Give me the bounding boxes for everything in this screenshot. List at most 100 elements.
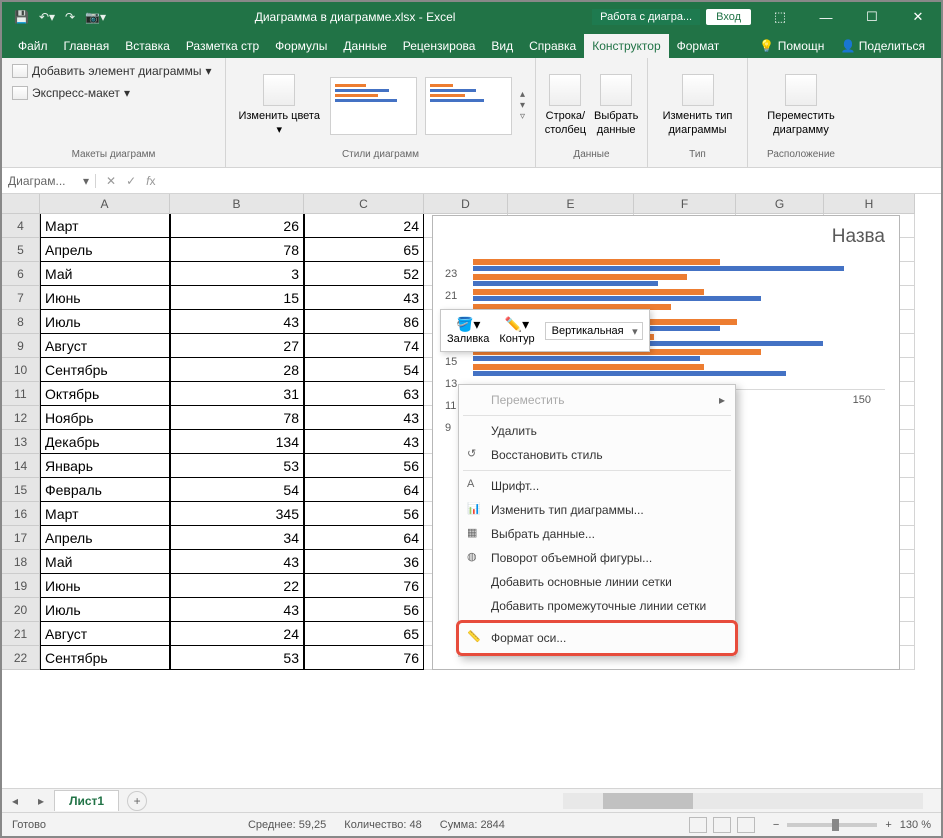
menu-font[interactable]: AШрифт... — [459, 474, 735, 498]
cell[interactable]: 56 — [304, 502, 424, 526]
col-header[interactable]: G — [736, 194, 824, 214]
login-button[interactable]: Вход — [706, 9, 751, 25]
cell[interactable]: Апрель — [40, 526, 170, 550]
axis-dropdown[interactable]: Вертикальная — [545, 322, 643, 340]
cell[interactable]: 43 — [304, 406, 424, 430]
page-break-icon[interactable] — [737, 817, 755, 833]
chart-bar-group[interactable] — [473, 289, 885, 301]
tab-layout[interactable]: Разметка стр — [178, 34, 267, 58]
row-header[interactable]: 8 — [2, 310, 40, 334]
view-switcher[interactable] — [689, 817, 755, 833]
sheet-tab-1[interactable]: Лист1 — [54, 790, 119, 811]
cell[interactable]: 64 — [304, 478, 424, 502]
col-header[interactable]: H — [824, 194, 915, 214]
row-header[interactable]: 22 — [2, 646, 40, 670]
cell[interactable]: Март — [40, 214, 170, 238]
cell[interactable]: Февраль — [40, 478, 170, 502]
tell-me[interactable]: 💡 Помощн — [751, 34, 832, 58]
cell[interactable]: Июль — [40, 598, 170, 622]
cell[interactable]: Август — [40, 334, 170, 358]
cell[interactable]: 345 — [170, 502, 304, 526]
tab-design[interactable]: Конструктор — [584, 34, 668, 58]
row-header[interactable]: 17 — [2, 526, 40, 550]
chart-bar-group[interactable] — [473, 259, 885, 271]
cell[interactable]: 65 — [304, 238, 424, 262]
cell[interactable]: 53 — [170, 646, 304, 670]
sheet-nav-prev-icon[interactable]: ◂ — [2, 794, 28, 808]
redo-icon[interactable]: ↷ — [65, 10, 75, 24]
cell[interactable]: Март — [40, 502, 170, 526]
add-sheet-button[interactable]: + — [127, 791, 147, 811]
row-header[interactable]: 11 — [2, 382, 40, 406]
cell[interactable]: 3 — [170, 262, 304, 286]
cell[interactable]: 52 — [304, 262, 424, 286]
outline-button[interactable]: ✏️▾Контур — [499, 316, 534, 345]
cell[interactable]: 65 — [304, 622, 424, 646]
cell[interactable]: Июнь — [40, 574, 170, 598]
cell[interactable]: 22 — [170, 574, 304, 598]
close-icon[interactable]: ✕ — [895, 9, 941, 25]
cell[interactable]: Сентябрь — [40, 358, 170, 382]
row-header[interactable]: 16 — [2, 502, 40, 526]
zoom-slider[interactable] — [787, 823, 877, 827]
fx-icon[interactable]: fx — [146, 174, 155, 188]
cell[interactable]: 76 — [304, 574, 424, 598]
row-header[interactable]: 21 — [2, 622, 40, 646]
page-layout-icon[interactable] — [713, 817, 731, 833]
cell[interactable]: 15 — [170, 286, 304, 310]
tab-formulas[interactable]: Формулы — [267, 34, 335, 58]
menu-rotate-3d[interactable]: ◍Поворот объемной фигуры... — [459, 546, 735, 570]
tab-home[interactable]: Главная — [56, 34, 118, 58]
camera-icon[interactable]: 📷▾ — [85, 10, 106, 24]
tab-help[interactable]: Справка — [521, 34, 584, 58]
cell[interactable]: 34 — [170, 526, 304, 550]
cell[interactable]: Сентябрь — [40, 646, 170, 670]
cell[interactable]: 31 — [170, 382, 304, 406]
tab-review[interactable]: Рецензирова — [395, 34, 484, 58]
row-header[interactable]: 13 — [2, 430, 40, 454]
cell[interactable]: 43 — [170, 598, 304, 622]
fill-button[interactable]: 🪣▾Заливка — [447, 316, 489, 345]
cell[interactable]: 43 — [170, 310, 304, 334]
zoom-level[interactable]: 130 % — [900, 819, 931, 831]
col-header[interactable]: D — [424, 194, 508, 214]
cell[interactable]: 43 — [304, 430, 424, 454]
cell[interactable]: Ноябрь — [40, 406, 170, 430]
zoom-in-icon[interactable]: + — [885, 819, 891, 831]
menu-format-axis[interactable]: 📏Формат оси... — [459, 626, 735, 650]
zoom-out-icon[interactable]: − — [773, 819, 779, 831]
row-header[interactable]: 4 — [2, 214, 40, 238]
cell[interactable]: 36 — [304, 550, 424, 574]
row-header[interactable]: 10 — [2, 358, 40, 382]
cancel-icon[interactable]: ✕ — [106, 174, 116, 188]
row-header[interactable]: 18 — [2, 550, 40, 574]
row-header[interactable]: 9 — [2, 334, 40, 358]
horizontal-scrollbar[interactable] — [563, 793, 923, 809]
cell[interactable]: 64 — [304, 526, 424, 550]
row-header[interactable]: 14 — [2, 454, 40, 478]
cell[interactable]: Май — [40, 262, 170, 286]
cell[interactable]: Июнь — [40, 286, 170, 310]
cell[interactable]: 26 — [170, 214, 304, 238]
change-chart-type-button[interactable]: Изменить тип диаграммы — [658, 74, 737, 136]
tab-data[interactable]: Данные — [335, 34, 394, 58]
menu-add-major-gridlines[interactable]: Добавить основные линии сетки — [459, 570, 735, 594]
add-chart-element-button[interactable]: Добавить элемент диаграммы ▾ — [12, 62, 212, 80]
cell[interactable]: 43 — [170, 550, 304, 574]
name-box[interactable]: Диаграм...▾ — [2, 174, 96, 188]
quick-layout-button[interactable]: Экспресс-макет ▾ — [12, 84, 130, 102]
cell[interactable]: 86 — [304, 310, 424, 334]
chart-bar-group[interactable] — [473, 274, 885, 286]
cell[interactable]: 53 — [170, 454, 304, 478]
cell[interactable]: 24 — [170, 622, 304, 646]
row-header[interactable]: 12 — [2, 406, 40, 430]
ribbon-options-icon[interactable]: ⬚ — [757, 9, 803, 25]
chart-bar-group[interactable] — [473, 364, 885, 376]
normal-view-icon[interactable] — [689, 817, 707, 833]
col-header[interactable]: C — [304, 194, 424, 214]
cell[interactable]: 56 — [304, 598, 424, 622]
cell[interactable]: 63 — [304, 382, 424, 406]
switch-row-col-button[interactable]: Строка/ столбец — [545, 74, 586, 136]
change-colors-button[interactable]: Изменить цвета ▾ — [236, 74, 322, 136]
chart-title[interactable]: Назва — [433, 216, 899, 248]
